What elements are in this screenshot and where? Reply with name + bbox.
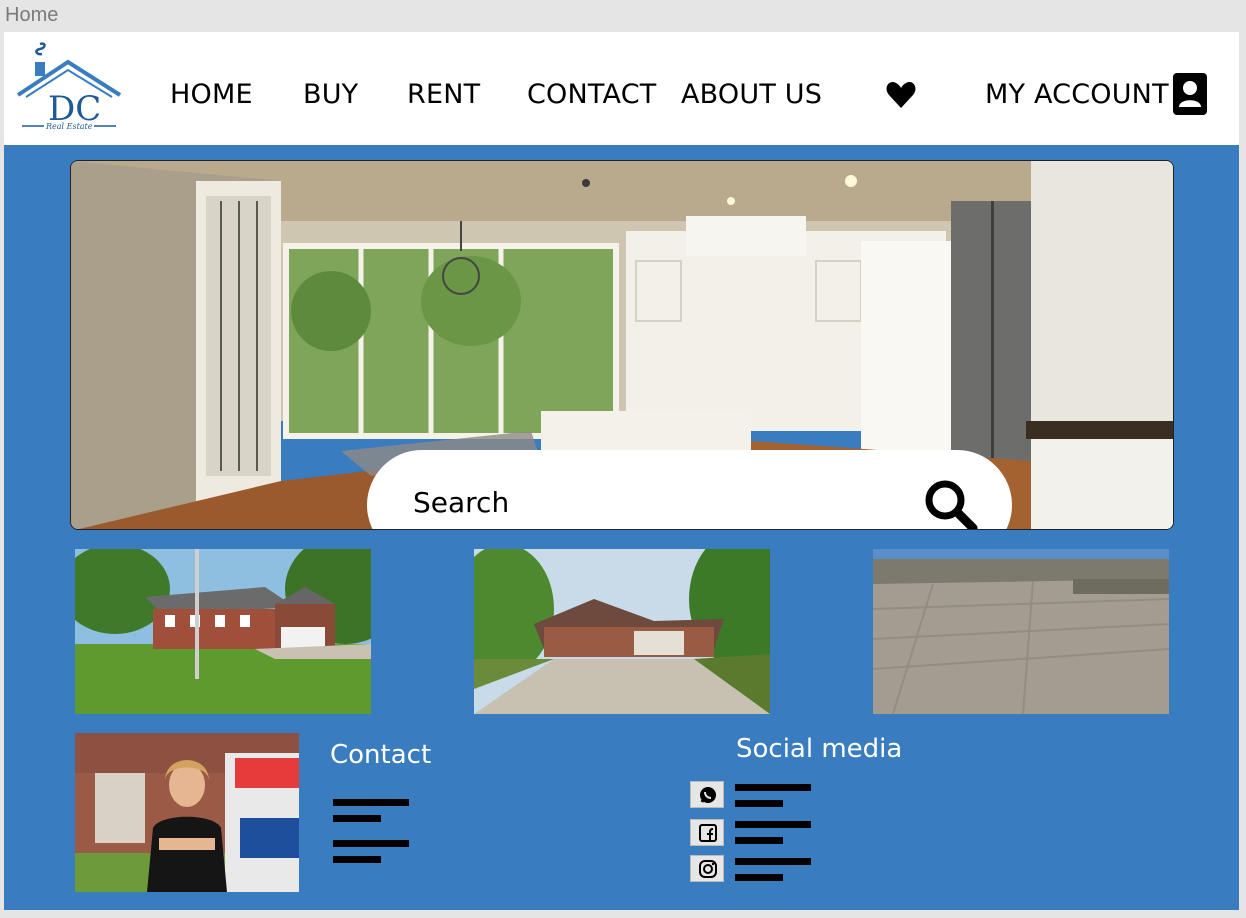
contact-line-placeholder (333, 856, 381, 863)
nav-buy[interactable]: BUY (303, 77, 358, 113)
dc-real-estate-logo[interactable]: DC Real Estate (16, 40, 122, 132)
whatsapp-icon[interactable] (690, 781, 724, 808)
search-icon[interactable] (923, 478, 979, 529)
contact-line-placeholder (333, 799, 409, 806)
social-media-title: Social media (736, 734, 903, 764)
nav-home[interactable]: HOME (170, 77, 253, 113)
logo-tagline: Real Estate (45, 122, 93, 131)
land-aerial-photo (873, 549, 1169, 714)
nav-contact[interactable]: CONTACT (527, 77, 656, 113)
site-header: DC Real Estate HOME BUY RENT CONTACT ABO… (4, 32, 1239, 145)
contact-line-placeholder (333, 815, 381, 822)
instagram-icon[interactable] (690, 855, 724, 882)
listing-card-1[interactable] (75, 549, 371, 714)
colonial-house-photo (75, 549, 371, 714)
user-icon[interactable] (1173, 73, 1207, 115)
social-line-placeholder (735, 837, 783, 844)
search-bar[interactable]: Search (367, 450, 1012, 529)
logo-graphic: DC Real Estate (16, 42, 122, 131)
contact-title: Contact (330, 740, 432, 770)
social-line-placeholder (735, 784, 811, 791)
social-line-placeholder (735, 858, 811, 865)
heart-icon[interactable] (886, 81, 916, 109)
hero-banner: Search (70, 160, 1174, 530)
my-account-link[interactable]: MY ACCOUNT (985, 77, 1169, 113)
listing-card-3[interactable] (873, 549, 1169, 714)
nav-rent[interactable]: RENT (407, 77, 480, 113)
social-line-placeholder (735, 821, 811, 828)
social-line-placeholder (735, 874, 783, 881)
ranch-house-photo (474, 549, 770, 714)
facebook-icon[interactable] (690, 819, 724, 846)
frame-label: Home (5, 4, 59, 26)
search-input[interactable]: Search (413, 486, 509, 519)
home-page: DC Real Estate HOME BUY RENT CONTACT ABO… (4, 32, 1239, 910)
listing-card-2[interactable] (474, 549, 770, 714)
nav-about-us[interactable]: ABOUT US (681, 77, 822, 113)
agent-photo (75, 733, 299, 892)
contact-line-placeholder (333, 840, 409, 847)
social-line-placeholder (735, 800, 783, 807)
